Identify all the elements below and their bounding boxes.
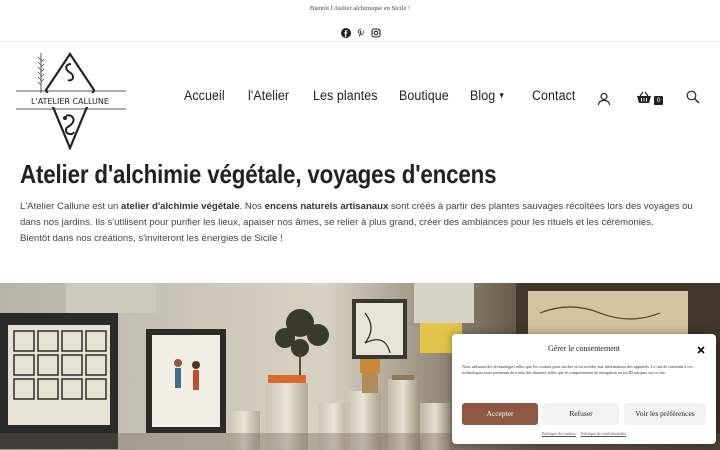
header-divider [0, 41, 720, 42]
intro-text: L'Atelier Callune est un atelier d'alchi… [20, 199, 708, 247]
nav-item-contact[interactable]: Contact [532, 88, 575, 103]
nav-item-accueil[interactable]: Accueil [184, 88, 225, 103]
intro-bold-2: encens naturels artisanaux [264, 201, 389, 212]
cart-count-badge: 0 [654, 96, 663, 105]
nav-item-atelier[interactable]: l'Atelier [248, 88, 289, 103]
nav-item-blog[interactable]: Blog ▼ [470, 88, 505, 103]
intro-part-1: L'Atelier Callune est un [20, 201, 122, 212]
refuse-button[interactable]: Refuser [543, 403, 619, 425]
accept-button[interactable]: Accepter [462, 403, 538, 425]
nav-item-plantes[interactable]: Les plantes [313, 88, 378, 103]
nav-item-blog-label: Blog [470, 88, 496, 103]
intro-bold-1: atelier d'alchimie végétale [121, 201, 240, 212]
cookie-policy-link[interactable]: Politique de cookies [542, 431, 576, 436]
consent-links: Politique de cookies Politique de confid… [452, 431, 716, 436]
basket-icon[interactable] [636, 91, 652, 110]
preferences-button[interactable]: Voir les préférences [624, 403, 706, 425]
announcement-text: Bientôt l'Atelier alchimique en Sicile ! [309, 5, 411, 12]
close-icon[interactable] [696, 342, 706, 354]
facebook-icon[interactable] [341, 25, 351, 38]
instagram-icon[interactable] [371, 25, 381, 38]
intro-part-2: . Nos [239, 201, 265, 212]
consent-text: Nous utilisons des technologies telles q… [462, 364, 693, 375]
page-title: Atelier d'alchimie végétale, voyages d'e… [20, 159, 497, 189]
top-bar: Bientôt l'Atelier alchimique en Sicile ! [0, 0, 720, 42]
nav-item-boutique[interactable]: Boutique [399, 88, 449, 103]
privacy-policy-link[interactable]: Politique de confidentialité [581, 431, 626, 436]
pinterest-icon[interactable] [356, 25, 366, 37]
chevron-down-icon: ▼ [497, 91, 506, 100]
consent-title: Gérer le consentement [548, 344, 620, 353]
cookie-consent-dialog: Gérer le consentement Nous utilisons des… [452, 334, 716, 444]
logo-text: L'ATELIER CALLUNE [31, 97, 109, 106]
site-logo[interactable]: L'ATELIER CALLUNE [14, 50, 128, 151]
intro-sicily-line: Bientôt dans nos créations, s'inviteront… [20, 233, 283, 244]
user-icon[interactable] [597, 92, 611, 111]
social-links [341, 25, 381, 38]
search-icon[interactable] [686, 90, 700, 109]
